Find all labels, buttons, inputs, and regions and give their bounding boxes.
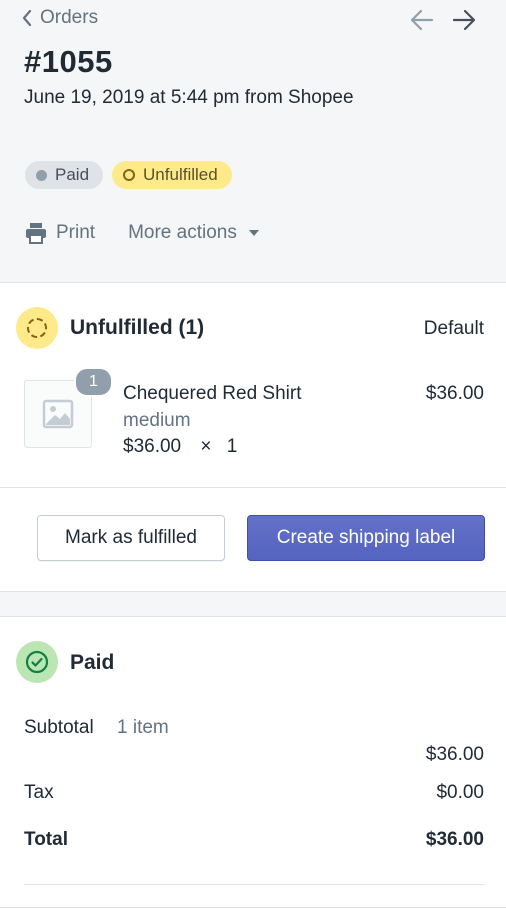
unfulfilled-badge: Unfulfilled [112,161,232,189]
card-divider [0,487,506,488]
check-circle-icon [25,650,49,674]
order-date-source: June 19, 2019 at 5:44 pm from Shopee [24,87,354,108]
subtotal-label: Subtotal [24,717,94,738]
total-label: Total [24,829,68,850]
image-placeholder-icon [42,399,74,429]
more-actions-dropdown[interactable]: More actions [128,222,259,244]
paid-badge: Paid [25,161,104,189]
order-number: #1055 [24,44,113,79]
fulfillment-location: Default [423,318,484,339]
unfulfilled-card: Unfulfilled (1) Default 1 Chequered Red … [0,282,506,592]
order-status-badges: Paid Unfulfilled [25,161,232,189]
paid-dot-icon [36,169,47,181]
unfulfilled-ring-icon [123,169,136,181]
total-value: $36.00 [425,829,484,850]
unfulfilled-status-icon [16,307,58,349]
unfulfilled-badge-label: Unfulfilled [143,165,218,184]
subtotal-value: $36.00 [425,744,484,765]
tax-value: $0.00 [436,782,484,803]
header-actions: Print More actions [25,222,259,244]
back-to-orders-link[interactable]: Orders [22,7,98,29]
back-label: Orders [40,7,99,28]
printer-icon [26,223,46,244]
times-sign: × [200,436,212,457]
paid-title: Paid [70,651,115,674]
arrow-right-icon [452,9,476,31]
chevron-left-icon [22,10,32,26]
line-total: $36.00 [425,383,484,404]
print-button[interactable]: Print [25,222,95,244]
order-header: Orders #1055 June 19, 2019 at 5:44 pm fr… [0,0,506,282]
paid-badge-label: Paid [55,165,90,184]
payment-divider [24,884,485,885]
create-shipping-label-button[interactable]: Create shipping label [247,515,485,561]
print-label: Print [56,222,96,243]
paid-status-icon [16,641,58,683]
payment-card: Paid Subtotal 1 item $36.00 Tax $0.00 To… [0,616,506,908]
subtotal-item-count: 1 item [117,717,169,738]
arrow-left-icon [410,9,434,31]
quantity-badge: 1 [74,367,113,397]
unfulfilled-title: Unfulfilled (1) [70,316,205,339]
tax-label: Tax [24,782,54,803]
previous-order-button[interactable] [410,9,434,36]
mark-as-fulfilled-button[interactable]: Mark as fulfilled [37,515,225,561]
unit-price-times-quantity: $36.00 × 1 [123,436,237,458]
product-name-link[interactable]: Chequered Red Shirt [123,383,302,405]
item-quantity: 1 [226,436,238,457]
product-variant: medium [123,410,191,431]
next-order-button[interactable] [452,9,476,36]
caret-down-icon [248,230,259,236]
unit-price: $36.00 [123,436,182,457]
order-pagination [410,9,476,36]
more-actions-label: More actions [128,222,237,243]
